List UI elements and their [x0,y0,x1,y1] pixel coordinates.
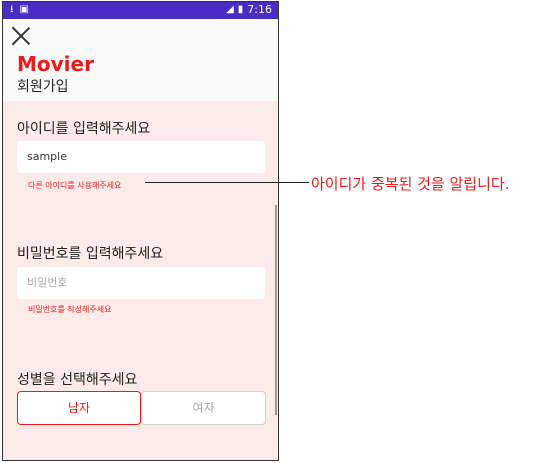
download-icon: ⭳ [10,4,14,15]
battery-icon: ▮ [237,4,244,15]
status-time: 7:16 [247,3,272,16]
app-bar: Movier 회원가입 [3,19,278,101]
brand-logo: Movier [17,52,94,76]
gender-label: 성별을 선택해주세요 [17,372,138,388]
scrollbar[interactable] [275,205,277,415]
signup-form: 아이디를 입력해주세요 sample 다른 아이디를 사용해주세요 비밀번호를 … [3,101,278,460]
annotation-line [145,182,309,183]
gender-male-button[interactable]: 남자 [17,391,141,425]
phone-frame: ⭳ ▣ ◢ ▮ 7:16 Movier 회원가입 아이디를 입력해주세요 sam… [2,1,279,461]
status-bar: ⭳ ▣ ◢ ▮ 7:16 [3,2,278,19]
password-input[interactable]: 비밀번호 [17,267,265,299]
id-input[interactable]: sample [17,141,265,173]
gender-female-button[interactable]: 여자 [141,391,266,425]
close-icon[interactable] [10,25,32,47]
annotation-text: 아이디가 중복된 것을 알립니다. [311,175,510,193]
signal-icon: ◢ [226,4,234,15]
password-error-message: 비밀번호를 작성해주세요 [28,305,112,314]
id-label: 아이디를 입력해주세요 [17,121,151,137]
id-error-message: 다른 아이디를 사용해주세요 [28,181,122,190]
password-label: 비밀번호를 입력해주세요 [17,246,164,262]
page-title: 회원가입 [17,79,69,95]
a-notification-icon: ▣ [19,4,29,15]
gender-selector: 남자 여자 [17,391,266,425]
